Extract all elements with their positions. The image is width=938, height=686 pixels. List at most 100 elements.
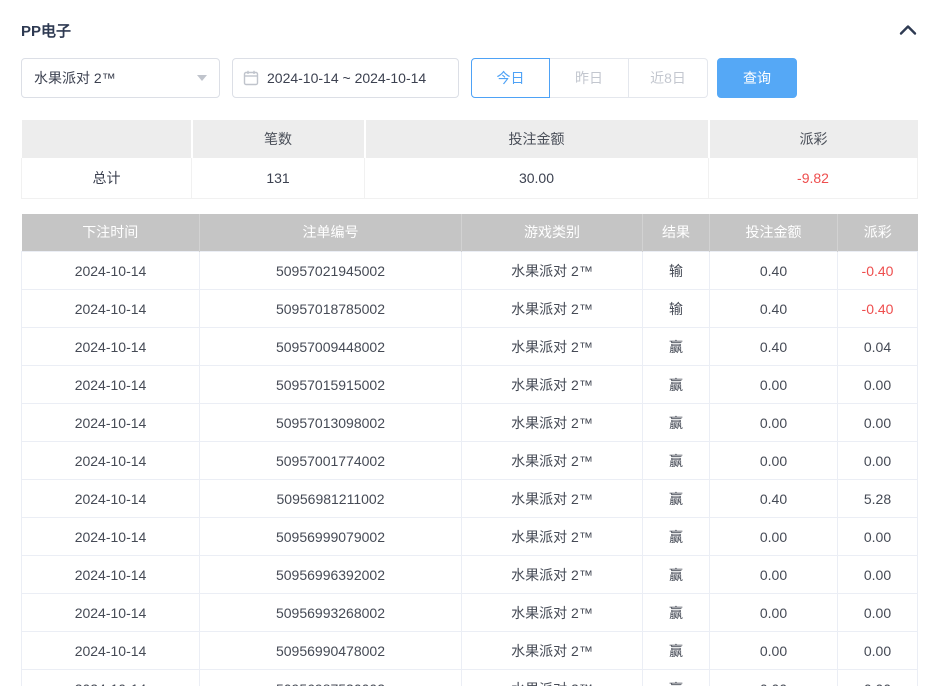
game-select-value: 水果派对 2™ [34,68,116,88]
cell-bet-time: 2024-10-14 [22,632,200,670]
cell-payout: -0.40 [838,290,918,328]
cell-bet-time: 2024-10-14 [22,442,200,480]
cell-payout: 0.00 [838,404,918,442]
cell-bet-amount: 0.00 [710,366,838,404]
bet-records-panel: PP电子 水果派对 2™ 2024-10-14 ~ 2024-10-14 [0,0,938,686]
cell-bet-amount: 0.40 [710,290,838,328]
cell-game-category: 水果派对 2™ [462,290,643,328]
cell-result: 赢 [643,366,710,404]
cell-order-number: 50957015915002 [200,366,462,404]
cell-result: 赢 [643,556,710,594]
header-order-number: 注单编号 [200,214,462,252]
bet-table-body: 2024-10-1450957021945002水果派对 2™输0.40-0.4… [22,252,918,686]
summary-total-payout: -9.82 [709,158,918,198]
cell-bet-time: 2024-10-14 [22,404,200,442]
cell-order-number: 50957001774002 [200,442,462,480]
chevron-up-icon[interactable] [899,24,917,36]
cell-bet-time: 2024-10-14 [22,366,200,404]
header-bet-time: 下注时间 [22,214,200,252]
cell-bet-time: 2024-10-14 [22,518,200,556]
header-payout: 派彩 [838,214,918,252]
cell-bet-time: 2024-10-14 [22,594,200,632]
cell-payout: 0.04 [838,328,918,366]
cell-game-category: 水果派对 2™ [462,252,643,290]
cell-game-category: 水果派对 2™ [462,594,643,632]
table-row: 2024-10-1450956999079002水果派对 2™赢0.000.00 [22,518,918,556]
cell-game-category: 水果派对 2™ [462,480,643,518]
cell-bet-amount: 0.00 [710,404,838,442]
table-row: 2024-10-1450957013098002水果派对 2™赢0.000.00 [22,404,918,442]
cell-bet-time: 2024-10-14 [22,290,200,328]
cell-payout: 0.00 [838,442,918,480]
table-row: 2024-10-1450956996392002水果派对 2™赢0.000.00 [22,556,918,594]
cell-bet-amount: 0.40 [710,252,838,290]
cell-game-category: 水果派对 2™ [462,404,643,442]
cell-bet-amount: 0.00 [710,556,838,594]
cell-result: 赢 [643,404,710,442]
summary-header-bet-amount: 投注金额 [365,120,709,158]
cell-game-category: 水果派对 2™ [462,328,643,366]
cell-bet-amount: 0.00 [710,442,838,480]
cell-bet-amount: 0.40 [710,328,838,366]
cell-result: 赢 [643,632,710,670]
cell-payout: 0.00 [838,518,918,556]
today-button[interactable]: 今日 [471,58,550,98]
date-range-input[interactable]: 2024-10-14 ~ 2024-10-14 [232,58,459,98]
table-row: 2024-10-1450957018785002水果派对 2™输0.40-0.4… [22,290,918,328]
bet-table: 下注时间 注单编号 游戏类别 结果 投注金额 派彩 2024-10-145095… [21,214,918,686]
summary-total-label: 总计 [22,158,192,198]
summary-table: 笔数 投注金额 派彩 总计 131 30.00 -9.82 [21,120,918,199]
summary-total-bet-amount: 30.00 [365,158,709,198]
cell-result: 赢 [643,594,710,632]
chevron-down-icon [197,75,207,81]
cell-game-category: 水果派对 2™ [462,632,643,670]
cell-game-category: 水果派对 2™ [462,442,643,480]
cell-bet-time: 2024-10-14 [22,670,200,686]
cell-payout: -0.40 [838,252,918,290]
summary-header-payout: 派彩 [709,120,918,158]
cell-bet-amount: 0.00 [710,594,838,632]
table-row: 2024-10-1450956993268002水果派对 2™赢0.000.00 [22,594,918,632]
header-game-category: 游戏类别 [462,214,643,252]
table-row: 2024-10-1450957021945002水果派对 2™输0.40-0.4… [22,252,918,290]
date-range-value: 2024-10-14 ~ 2024-10-14 [267,70,426,86]
header-bet-amount: 投注金额 [710,214,838,252]
cell-order-number: 50957018785002 [200,290,462,328]
cell-game-category: 水果派对 2™ [462,670,643,686]
cell-bet-time: 2024-10-14 [22,556,200,594]
cell-result: 赢 [643,328,710,366]
cell-payout: 0.00 [838,594,918,632]
calendar-icon [243,70,259,86]
cell-bet-amount: 0.40 [710,480,838,518]
summary-header-count: 笔数 [192,120,365,158]
cell-order-number: 50957009448002 [200,328,462,366]
last-8-days-button[interactable]: 近8日 [629,58,708,98]
cell-payout: 5.28 [838,480,918,518]
summary-header-row: 笔数 投注金额 派彩 [22,120,918,158]
cell-bet-time: 2024-10-14 [22,328,200,366]
cell-result: 输 [643,290,710,328]
game-select[interactable]: 水果派对 2™ [21,58,220,98]
cell-game-category: 水果派对 2™ [462,556,643,594]
cell-result: 赢 [643,670,710,686]
cell-order-number: 50956990478002 [200,632,462,670]
cell-game-category: 水果派对 2™ [462,518,643,556]
table-row: 2024-10-1450956981211002水果派对 2™赢0.405.28 [22,480,918,518]
summary-total-row: 总计 131 30.00 -9.82 [22,158,918,198]
cell-order-number: 50956999079002 [200,518,462,556]
yesterday-button[interactable]: 昨日 [550,58,629,98]
cell-order-number: 50956993268002 [200,594,462,632]
table-row: 2024-10-1450957015915002水果派对 2™赢0.000.00 [22,366,918,404]
table-row: 2024-10-1450956987530002水果派对 2™赢0.000.00 [22,670,918,686]
cell-result: 输 [643,252,710,290]
cell-order-number: 50957021945002 [200,252,462,290]
cell-bet-time: 2024-10-14 [22,252,200,290]
cell-result: 赢 [643,442,710,480]
query-button[interactable]: 查询 [717,58,797,98]
bet-table-header-row: 下注时间 注单编号 游戏类别 结果 投注金额 派彩 [22,214,918,252]
cell-payout: 0.00 [838,632,918,670]
cell-game-category: 水果派对 2™ [462,366,643,404]
cell-payout: 0.00 [838,670,918,686]
panel-header: PP电子 [21,18,917,42]
cell-bet-amount: 0.00 [710,670,838,686]
